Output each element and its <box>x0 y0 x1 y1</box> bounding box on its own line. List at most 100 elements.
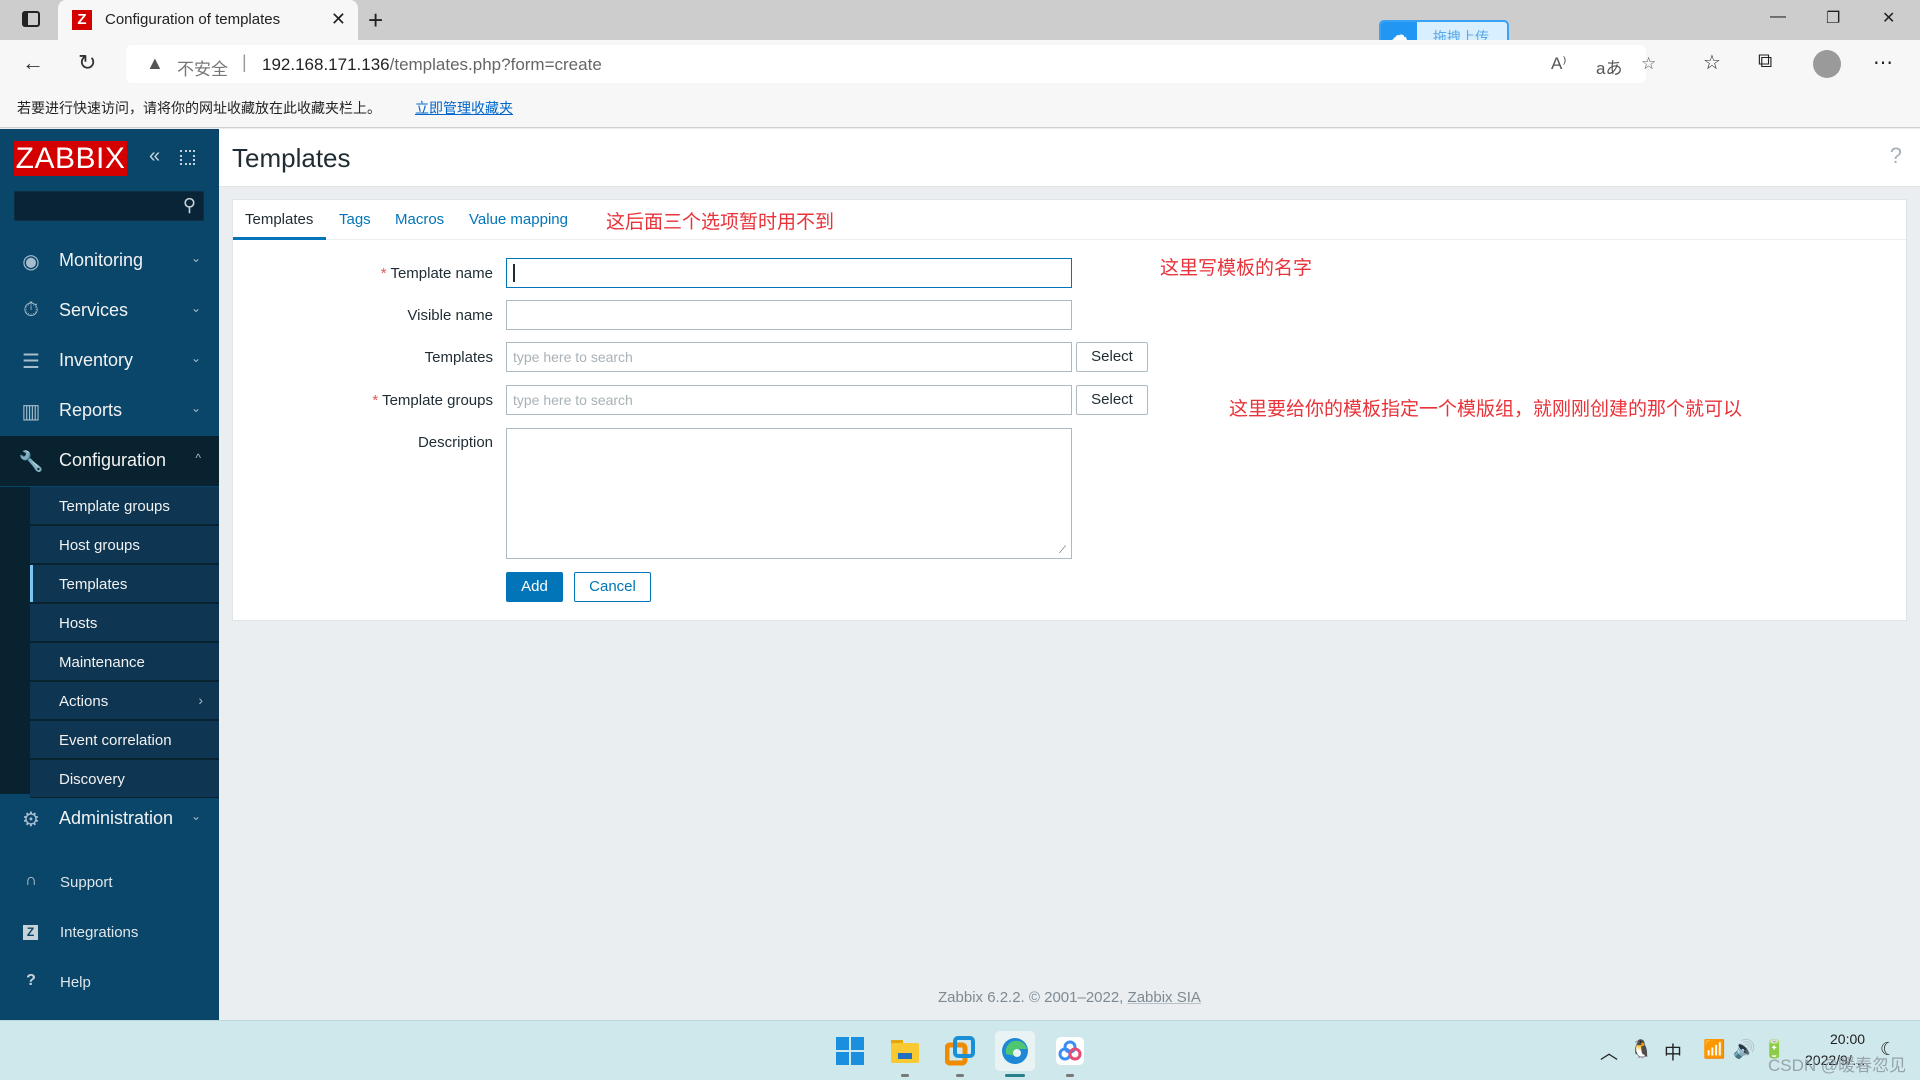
chevron-down-icon: ⌄ <box>190 351 201 365</box>
submenu-label: Event correlation <box>59 732 172 749</box>
tab-title: Configuration of templates <box>105 11 281 28</box>
zabbix-logo[interactable]: ZABBIX <box>14 141 127 176</box>
required-marker: * <box>380 265 387 282</box>
new-tab-icon[interactable]: + <box>368 5 383 36</box>
description-textarea[interactable]: ⟋ <box>506 428 1072 559</box>
sidebar-item-monitoring[interactable]: ◉ Monitoring ⌄ <box>0 236 219 286</box>
profile-icon[interactable] <box>1813 50 1841 78</box>
submenu-item-template-groups[interactable]: Template groups <box>30 487 219 525</box>
close-tab-icon[interactable]: ✕ <box>331 9 346 30</box>
volume-icon[interactable]: 🔊 <box>1733 1039 1755 1060</box>
sidebar-item-inventory[interactable]: ☰ Inventory ⌄ <box>0 336 219 386</box>
tab-templates[interactable]: Templates <box>245 211 313 228</box>
sidebar-item-label: Services <box>59 300 129 320</box>
submenu-item-event-correlation[interactable]: Event correlation <box>30 721 219 759</box>
clock-time[interactable]: 20:00 <box>1830 1031 1865 1047</box>
sidebar-search-input[interactable]: ⚲ <box>14 191 204 221</box>
sidebar-item-label: Inventory <box>59 350 134 370</box>
sidebar-item-reports[interactable]: ▥ Reports ⌄ <box>0 386 219 436</box>
sidebar-item-label: Administration <box>59 808 174 828</box>
add-favorite-icon[interactable]: ☆ <box>1641 54 1656 74</box>
search-icon[interactable]: ⚲ <box>183 195 196 216</box>
vmware-icon[interactable] <box>940 1031 980 1077</box>
submenu-item-hosts[interactable]: Hosts <box>30 604 219 642</box>
footer-link-label: Integrations <box>60 924 139 941</box>
required-marker: * <box>372 392 379 409</box>
tab-tags[interactable]: Tags <box>339 211 371 228</box>
back-icon[interactable]: ← <box>22 50 44 76</box>
running-indicator <box>1066 1074 1074 1077</box>
page-header: Templates ? <box>219 129 1920 187</box>
sidebar-item-label: Monitoring <box>59 250 144 270</box>
windows-start-icon[interactable] <box>830 1031 870 1071</box>
more-icon[interactable]: ⋯ <box>1873 50 1893 75</box>
help-icon[interactable]: ? <box>1890 143 1902 169</box>
sidebar-link-help[interactable]: ? Help <box>0 964 219 1004</box>
url-host: 192.168.171.136 <box>262 55 390 74</box>
page-title: Templates <box>232 143 351 173</box>
csdn-watermark: CSDN @暖春忽见 <box>1768 1056 1907 1075</box>
read-aloud-icon[interactable]: A⁾ <box>1551 54 1567 74</box>
sidebar-item-configuration[interactable]: 🔧 Configuration ^ <box>0 436 219 486</box>
wifi-icon[interactable]: 📶 <box>1703 1039 1725 1060</box>
template-groups-search-input[interactable]: type here to search <box>506 385 1072 415</box>
show-hidden-icons-icon[interactable]: ︿ <box>1600 1039 1618 1065</box>
submenu-item-templates[interactable]: Templates <box>30 565 219 603</box>
file-explorer-icon[interactable] <box>885 1031 925 1077</box>
sidebar: ZABBIX « ⚲ ◉ Monitoring ⌄ ⏱ Services ⌄ ☰… <box>0 129 219 1020</box>
sidebar-link-support[interactable]: ∩ Support <box>0 864 219 904</box>
translate-icon[interactable]: aあ <box>1596 54 1622 79</box>
collections-icon[interactable]: ⧉ <box>1758 50 1772 73</box>
sidebar-link-integrations[interactable]: Z Integrations <box>0 914 219 954</box>
cancel-button[interactable]: Cancel <box>574 572 651 602</box>
annotation-name-note: 这里写模板的名字 <box>1160 258 1313 279</box>
visible-name-input[interactable] <box>506 300 1072 330</box>
chevron-down-icon: ⌄ <box>190 301 201 315</box>
submenu-item-maintenance[interactable]: Maintenance <box>30 643 219 681</box>
ime-indicator[interactable]: 中 <box>1664 1039 1682 1065</box>
template-form: Templates Tags Macros Value mapping 这后面三… <box>232 199 1907 621</box>
footer-link-label: Help <box>60 974 91 991</box>
submenu-item-discovery[interactable]: Discovery <box>30 760 219 798</box>
url-field[interactable]: ▲ 不安全 | 192.168.171.136/templates.php?fo… <box>126 45 1656 83</box>
chevron-down-icon: ⌄ <box>190 809 201 823</box>
placeholder: type here to search <box>513 349 633 365</box>
tab-actions-icon[interactable] <box>22 11 40 27</box>
zabbix-sia-link[interactable]: Zabbix SIA <box>1128 989 1201 1006</box>
chevron-down-icon: ⌄ <box>190 251 201 265</box>
template-name-input[interactable] <box>506 258 1072 288</box>
submenu-item-actions[interactable]: Actions › <box>30 682 219 720</box>
minimize-icon[interactable]: — <box>1770 8 1786 26</box>
browser-tab-bar: Z Configuration of templates ✕ + — ❐ ✕ <box>0 0 1920 40</box>
eye-icon: ◉ <box>22 251 40 273</box>
collapse-sidebar-icon[interactable]: « <box>149 145 160 168</box>
tab-macros[interactable]: Macros <box>395 211 444 228</box>
tab-value-mapping[interactable]: Value mapping <box>469 211 568 228</box>
restore-icon[interactable]: ❐ <box>1826 8 1840 28</box>
sidebar-item-administration[interactable]: ⚙ Administration ⌄ <box>0 794 219 844</box>
sidebar-item-services[interactable]: ⏱ Services ⌄ <box>0 286 219 336</box>
manage-favorites-link[interactable]: 立即管理收藏夹 <box>415 98 513 118</box>
baidu-netdisk-icon[interactable] <box>1050 1031 1090 1077</box>
kiosk-mode-icon[interactable] <box>180 150 195 165</box>
url-separator: | <box>242 52 247 72</box>
favorites-bar: 若要进行快速访问，请将你的网址收藏放在此收藏夹栏上。 立即管理收藏夹 <box>0 88 1920 128</box>
active-indicator <box>1005 1074 1025 1077</box>
templates-select-button[interactable]: Select <box>1076 342 1148 372</box>
placeholder: type here to search <box>513 392 633 408</box>
add-button[interactable]: Add <box>506 572 563 602</box>
favorites-icon[interactable]: ☆ <box>1703 50 1721 75</box>
submenu-label: Discovery <box>59 771 125 788</box>
label-text: Template groups <box>382 392 493 409</box>
close-window-icon[interactable]: ✕ <box>1882 8 1895 28</box>
submenu-item-host-groups[interactable]: Host groups <box>30 526 219 564</box>
headset-icon: ∩ <box>25 872 37 889</box>
templates-search-input[interactable]: type here to search <box>506 342 1072 372</box>
resize-handle-icon[interactable]: ⟋ <box>1059 546 1069 556</box>
browser-tab[interactable]: Z Configuration of templates ✕ <box>58 0 358 40</box>
template-groups-select-button[interactable]: Select <box>1076 385 1148 415</box>
qq-icon[interactable]: 🐧 <box>1630 1039 1652 1060</box>
edge-icon[interactable] <box>995 1031 1035 1077</box>
submenu-label: Host groups <box>59 537 140 554</box>
refresh-icon[interactable]: ↻ <box>78 50 96 76</box>
